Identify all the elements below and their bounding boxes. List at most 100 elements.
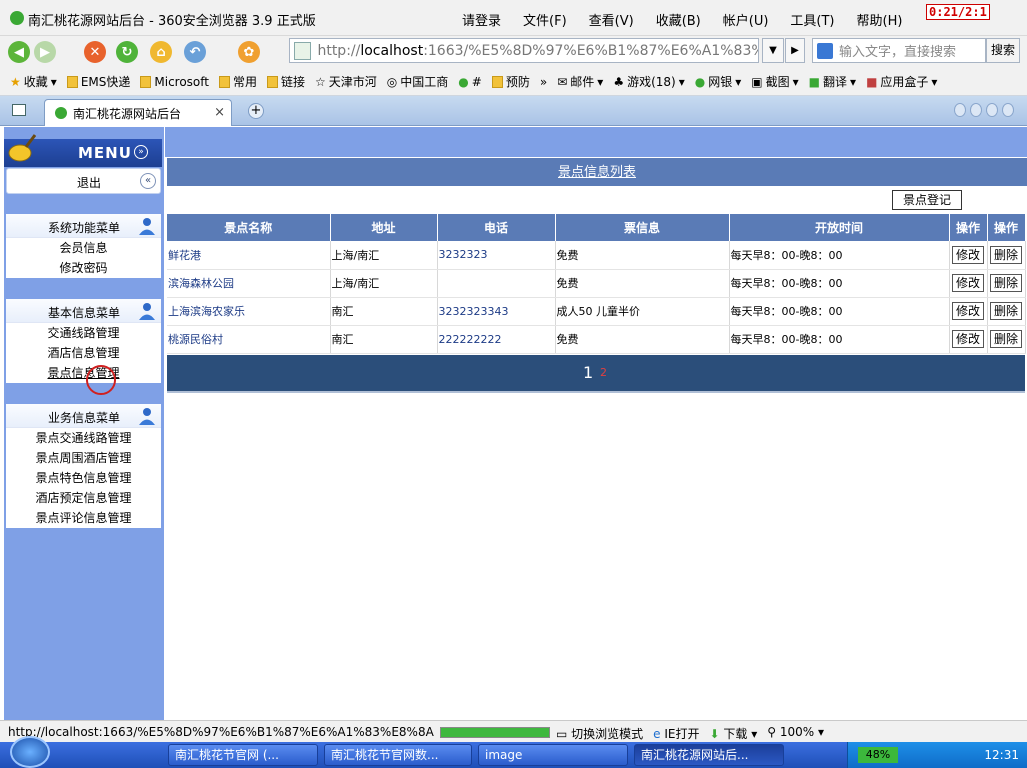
top-menu: 请登录 文件(F) 查看(V) 收藏(B) 帐户(U) 工具(T) 帮助(H) — [462, 10, 902, 29]
search-input[interactable]: 输入文字，直接搜索 — [812, 38, 986, 63]
cursor-highlight — [86, 365, 116, 395]
table-row: 上海滨海农家乐 南汇 3232323343 成人50 儿童半价 每天早8：00-… — [167, 297, 1026, 326]
page-link-2[interactable]: 2 — [600, 366, 607, 379]
back-icon[interactable]: ◀ — [8, 41, 30, 63]
bookmark-hash[interactable]: ● # — [458, 75, 482, 89]
address-dropdown-icon[interactable]: ▼ — [762, 38, 784, 63]
sidebar-item-scenic-features[interactable]: 景点特色信息管理 — [6, 468, 161, 488]
register-scenic-button[interactable]: 景点登记 — [892, 190, 962, 210]
taskbar-item[interactable]: 南汇桃花节官网数... — [324, 744, 472, 766]
new-tab-button[interactable]: + — [248, 103, 264, 119]
clock: 12:31 — [984, 748, 1019, 762]
bookmark-appbox[interactable]: ■ 应用盒子 ▾ — [866, 73, 937, 90]
delete-button[interactable]: 删除 — [990, 330, 1022, 348]
stop-icon[interactable]: ✕ — [84, 41, 106, 63]
taskbar-item-active[interactable]: 南汇桃花源网站后... — [634, 744, 784, 766]
sidebar-item-hotel-info[interactable]: 酒店信息管理 — [6, 343, 161, 363]
delete-button[interactable]: 删除 — [990, 245, 1022, 264]
menu-favorites[interactable]: 收藏(B) — [656, 10, 701, 29]
menu-login[interactable]: 请登录 — [462, 10, 501, 29]
col-header-name: 景点名称 — [167, 214, 331, 241]
paw-icon[interactable]: ✿ — [238, 41, 260, 63]
edit-button[interactable]: 修改 — [952, 330, 984, 348]
sidebar-item-member-info[interactable]: 会员信息 — [6, 238, 161, 258]
start-button[interactable] — [10, 736, 50, 768]
chevron-down-icon[interactable]: » — [134, 145, 148, 159]
bookmarks-more[interactable]: » — [540, 75, 547, 89]
delete-button[interactable]: 删除 — [990, 302, 1022, 320]
bookmark-links[interactable]: 链接 — [267, 73, 305, 90]
cell-name: 滨海森林公园 — [167, 269, 331, 298]
zoom-control[interactable]: ⚲ 100% ▾ — [767, 725, 824, 742]
table-row: 桃源民俗村 南汇 222222222 免费 每天早8：00-晚8：00 修改 删… — [167, 325, 1026, 354]
logout-button[interactable]: 退出 « — [6, 168, 161, 194]
home-icon[interactable]: ⌂ — [150, 41, 172, 63]
tab-left-icon[interactable] — [954, 103, 966, 117]
menu-view[interactable]: 查看(V) — [589, 10, 634, 29]
sidebar-item-hotel-booking[interactable]: 酒店预定信息管理 — [6, 488, 161, 508]
tab-list-icon[interactable] — [986, 103, 998, 117]
bookmark-bank[interactable]: ● 网银 ▾ — [695, 73, 742, 90]
bookmark-common[interactable]: 常用 — [218, 73, 257, 90]
sidebar-item-nearby-hotels[interactable]: 景点周围酒店管理 — [6, 448, 161, 468]
menu-file[interactable]: 文件(F) — [523, 10, 567, 29]
edit-button[interactable]: 修改 — [952, 274, 984, 292]
menu-account[interactable]: 帐户(U) — [723, 10, 769, 29]
sidebar-toggle-icon[interactable] — [12, 104, 26, 116]
section-header[interactable]: 基本信息菜单 — [6, 299, 161, 323]
refresh-icon[interactable]: ↻ — [116, 41, 138, 63]
cell-phone — [437, 269, 556, 298]
menu-title: MENU — [78, 144, 132, 162]
edit-button[interactable]: 修改 — [952, 302, 984, 320]
sidebar-item-scenic-routes[interactable]: 景点交通线路管理 — [6, 428, 161, 448]
zoom-icon: ⚲ — [767, 725, 777, 739]
sidebar-item-scenic-info[interactable]: 景点信息管理 — [6, 363, 161, 383]
edit-button[interactable]: 修改 — [952, 245, 984, 264]
cell-edit: 修改 — [949, 325, 988, 354]
col-header-address: 地址 — [330, 214, 438, 241]
bookmark-tianjin[interactable]: ☆ 天津市河 — [315, 73, 377, 90]
tab-close-icon[interactable]: × — [214, 105, 225, 120]
cell-hours: 每天早8：00-晚8：00 — [729, 325, 950, 354]
section-header[interactable]: 系统功能菜单 — [6, 214, 161, 238]
mail-icon: ✉ — [557, 74, 568, 89]
ie-open-button[interactable]: e IE打开 — [653, 725, 699, 742]
menu-tools[interactable]: 工具(T) — [790, 10, 834, 29]
bookmark-prevention[interactable]: 预防 — [491, 73, 530, 90]
tab-active[interactable]: 南汇桃花源网站后台 × — [44, 99, 232, 126]
bookmark-mail[interactable]: ✉ 邮件 ▾ — [557, 73, 603, 90]
tab-close-all-icon[interactable] — [1002, 103, 1014, 117]
bookmark-favorites[interactable]: ★ 收藏 ▾ — [10, 73, 57, 90]
delete-button[interactable]: 删除 — [990, 274, 1022, 292]
cell-hours: 每天早8：00-晚8：00 — [729, 241, 950, 270]
forward-icon[interactable]: ▶ — [34, 41, 56, 63]
cell-hours: 每天早8：00-晚8：00 — [729, 297, 950, 326]
page-title[interactable]: 景点信息列表 — [558, 165, 636, 180]
switch-mode-button[interactable]: ▭ 切换浏览模式 — [556, 725, 643, 742]
section-header[interactable]: 业务信息菜单 — [6, 404, 161, 428]
page-icon: ● — [458, 74, 469, 89]
status-url: http://localhost:1663/%E5%8D%97%E6%B1%87… — [8, 725, 434, 739]
taskbar-item[interactable]: image — [478, 744, 628, 766]
sidebar-item-traffic-routes[interactable]: 交通线路管理 — [6, 323, 161, 343]
address-bar[interactable]: http://localhost:1663/%E5%8D%97%E6%B1%87… — [289, 38, 759, 63]
sidebar-item-scenic-comments[interactable]: 景点评论信息管理 — [6, 508, 161, 528]
taskbar-item[interactable]: 南汇桃花节官网 (... — [168, 744, 318, 766]
tab-right-icon[interactable] — [970, 103, 982, 117]
cell-delete: 删除 — [987, 269, 1026, 298]
user-icon — [139, 408, 155, 425]
bookmark-microsoft[interactable]: Microsoft — [140, 75, 209, 89]
bookmark-icbc[interactable]: ◎ 中国工商 — [387, 73, 449, 90]
menu-help[interactable]: 帮助(H) — [857, 10, 903, 29]
bookmark-ems[interactable]: EMS快递 — [66, 73, 130, 90]
undo-icon[interactable]: ↶ — [184, 41, 206, 63]
go-icon[interactable]: ▶ — [785, 38, 805, 63]
bookmark-screenshot[interactable]: ▣ 截图 ▾ — [751, 73, 798, 90]
collapse-icon[interactable]: « — [140, 173, 156, 189]
download-button[interactable]: ⬇ 下载 ▾ — [710, 725, 758, 742]
sidebar-item-change-password[interactable]: 修改密码 — [6, 258, 161, 278]
bookmark-translate[interactable]: ■ 翻译 ▾ — [809, 73, 856, 90]
bookmark-games[interactable]: ♣ 游戏(18) ▾ — [613, 73, 684, 90]
cell-edit: 修改 — [949, 269, 988, 298]
search-button[interactable]: 搜索 — [986, 38, 1020, 63]
